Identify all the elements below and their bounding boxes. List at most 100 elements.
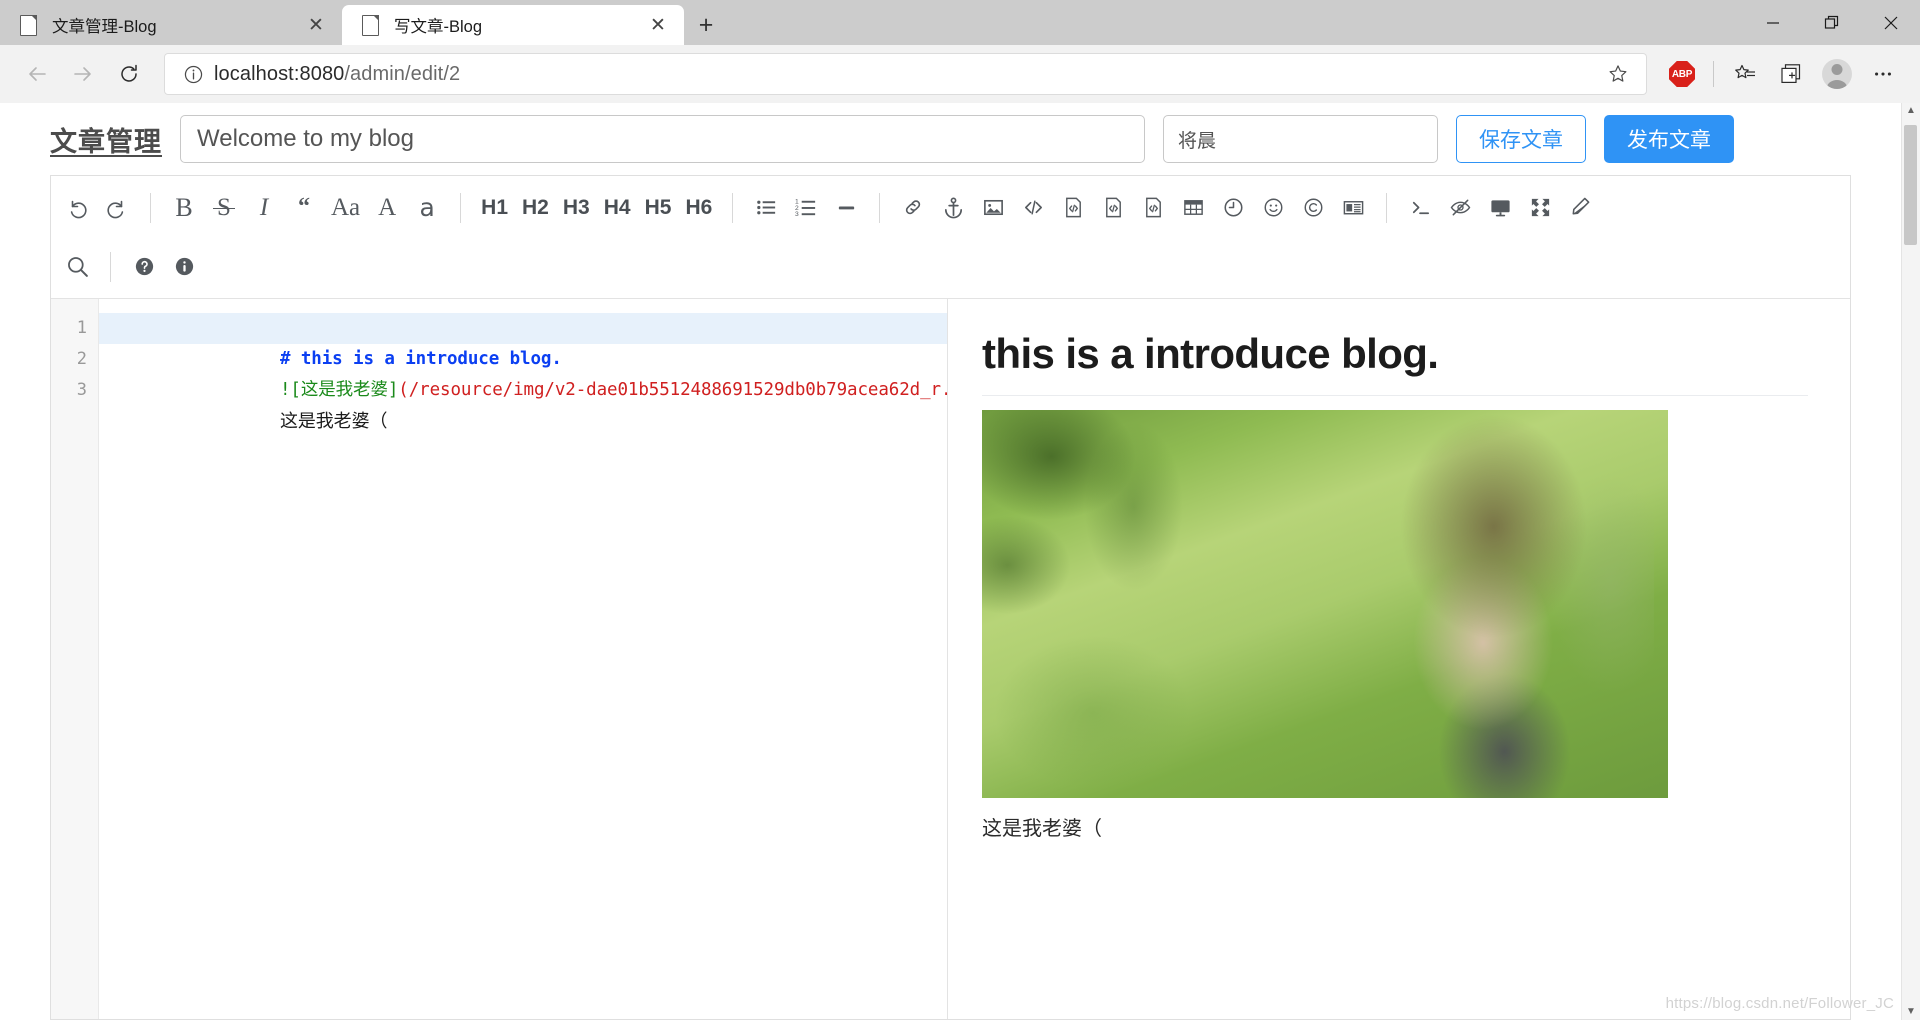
browser-tab-1[interactable]: 写文章-Blog ✕ <box>342 5 684 45</box>
code-file-icon[interactable] <box>1093 186 1133 230</box>
lowercase-icon[interactable]: a <box>407 186 447 230</box>
toolbar-separator <box>1386 192 1388 223</box>
bullet-list-icon[interactable] <box>746 186 786 230</box>
tab-close-icon[interactable]: ✕ <box>644 11 672 39</box>
save-article-button[interactable]: 保存文章 <box>1456 115 1586 163</box>
redo-icon[interactable] <box>97 186 137 230</box>
preview-caption: 这是我老婆（ <box>982 818 1102 841</box>
toolbar-divider <box>1713 61 1714 87</box>
heading-3-button[interactable]: H3 <box>556 186 597 230</box>
publish-article-button[interactable]: 发布文章 <box>1604 115 1734 163</box>
markdown-image-alt-token: ![这是我老婆] <box>279 380 399 400</box>
new-tab-button[interactable]: + <box>684 5 728 45</box>
code-block-icon[interactable] <box>1053 186 1093 230</box>
font-size-icon[interactable]: Aa <box>324 186 367 230</box>
quote-icon[interactable]: “ <box>284 186 324 230</box>
line-number: 1 <box>76 318 87 338</box>
preview-image <box>982 410 1668 799</box>
line-number: 2 <box>76 349 87 369</box>
uppercase-icon[interactable]: A <box>367 186 407 230</box>
toggle-preview-icon[interactable] <box>1440 186 1480 230</box>
window-close-button[interactable] <box>1861 0 1920 45</box>
info-icon[interactable] <box>164 245 204 289</box>
toolbar-separator <box>460 192 462 223</box>
search-icon[interactable] <box>57 245 97 289</box>
collections-button[interactable] <box>1768 51 1814 97</box>
add-favorite-icon[interactable] <box>1601 63 1635 85</box>
window-maximize-button[interactable] <box>1802 0 1861 45</box>
editor-split: 1 2 3 # this is a introduce blog. ![这是我老… <box>51 299 1850 1019</box>
watch-mode-icon[interactable] <box>1480 186 1520 230</box>
heading-5-button[interactable]: H5 <box>638 186 679 230</box>
clear-icon[interactable] <box>1560 186 1600 230</box>
copyright-icon[interactable] <box>1293 186 1333 230</box>
toolbar-separator <box>732 192 734 223</box>
profile-button[interactable] <box>1814 51 1860 97</box>
page-break-icon[interactable] <box>1333 186 1373 230</box>
inline-code-icon[interactable] <box>1013 186 1053 230</box>
terminal-icon[interactable] <box>1400 186 1440 230</box>
blog-editor-page: 文章管理 保存文章 发布文章 <box>0 103 1901 1020</box>
site-info-icon[interactable] <box>180 64 206 85</box>
article-author-input[interactable] <box>1163 115 1438 163</box>
link-icon[interactable] <box>893 186 933 230</box>
scroll-up-arrow[interactable]: ▲ <box>1906 106 1916 116</box>
italic-icon[interactable]: I <box>244 186 284 230</box>
address-bar[interactable]: localhost:8080/admin/edit/2 <box>164 53 1647 95</box>
toolbar-separator <box>150 192 151 223</box>
undo-icon[interactable] <box>57 186 97 230</box>
image-icon[interactable] <box>973 186 1013 230</box>
numbered-list-icon[interactable]: 1 2 3 <box>786 186 826 230</box>
article-title-input[interactable] <box>180 115 1145 163</box>
adblock-plus-button[interactable]: ABP <box>1659 51 1705 97</box>
strikethrough-icon[interactable]: S <box>204 186 244 230</box>
browser-tab-0[interactable]: 文章管理-Blog ✕ <box>0 5 342 45</box>
table-icon[interactable] <box>1173 186 1213 230</box>
heading-2-button[interactable]: H2 <box>515 186 556 230</box>
favorites-list-button[interactable] <box>1722 51 1768 97</box>
line-number: 3 <box>76 380 87 400</box>
toolbar-separator <box>879 192 881 223</box>
forward-button[interactable] <box>60 51 106 97</box>
app-header: 文章管理 保存文章 发布文章 <box>0 103 1901 175</box>
help-icon[interactable] <box>124 245 164 289</box>
url-text: localhost:8080/admin/edit/2 <box>206 63 1601 86</box>
scrollbar-thumb[interactable] <box>1904 125 1917 245</box>
tab-close-icon[interactable]: ✕ <box>302 11 330 39</box>
heading-6-button[interactable]: H6 <box>678 186 719 230</box>
code-line[interactable]: # this is a introduce blog. <box>99 313 947 369</box>
browser-settings-button[interactable] <box>1860 51 1906 97</box>
markdown-image-url-token: (/resource/img/v2-dae01b5512488691529db0… <box>398 380 947 400</box>
code-lines[interactable]: # this is a introduce blog. ![这是我老婆](/re… <box>99 299 947 1019</box>
markdown-preview-pane: this is a introduce blog. 这是我老婆（ <box>948 299 1850 1019</box>
heading-1-button[interactable]: H1 <box>474 186 515 230</box>
bold-icon[interactable]: B <box>164 186 204 230</box>
url-host: localhost:8080 <box>214 62 345 85</box>
profile-avatar-icon <box>1822 59 1852 89</box>
toolbar-row-2 <box>51 237 1850 296</box>
url-path: /admin/edit/2 <box>344 62 461 85</box>
tab-title: 文章管理-Blog <box>52 18 157 36</box>
page-scrollbar[interactable]: ▲ ▼ <box>1901 103 1920 1020</box>
svg-text:3: 3 <box>795 211 799 218</box>
back-button[interactable] <box>14 51 60 97</box>
window-minimize-button[interactable] <box>1743 0 1802 45</box>
datetime-icon[interactable] <box>1213 186 1253 230</box>
tab-title: 写文章-Blog <box>394 18 483 36</box>
emoji-icon[interactable] <box>1253 186 1293 230</box>
horizontal-rule-icon[interactable] <box>826 186 866 230</box>
reload-button[interactable] <box>106 51 152 97</box>
editor-toolbar: B S I “ Aa A a H1 H2 H3 H4 <box>51 176 1850 299</box>
code-snippet-icon[interactable] <box>1133 186 1173 230</box>
tab-strip: 文章管理-Blog ✕ 写文章-Blog ✕ + <box>0 0 1920 45</box>
heading-4-button[interactable]: H4 <box>597 186 638 230</box>
anchor-icon[interactable] <box>933 186 973 230</box>
toolbar-row-1: B S I “ Aa A a H1 H2 H3 H4 <box>51 178 1850 237</box>
page-favicon-icon <box>18 14 38 36</box>
page-title[interactable]: 文章管理 <box>50 120 162 159</box>
markdown-source-pane[interactable]: 1 2 3 # this is a introduce blog. ![这是我老… <box>51 299 948 1019</box>
page-viewport: 文章管理 保存文章 发布文章 <box>0 103 1920 1020</box>
fullscreen-icon[interactable] <box>1520 186 1560 230</box>
window-controls <box>1743 0 1920 45</box>
scroll-down-arrow[interactable]: ▼ <box>1906 1007 1916 1017</box>
